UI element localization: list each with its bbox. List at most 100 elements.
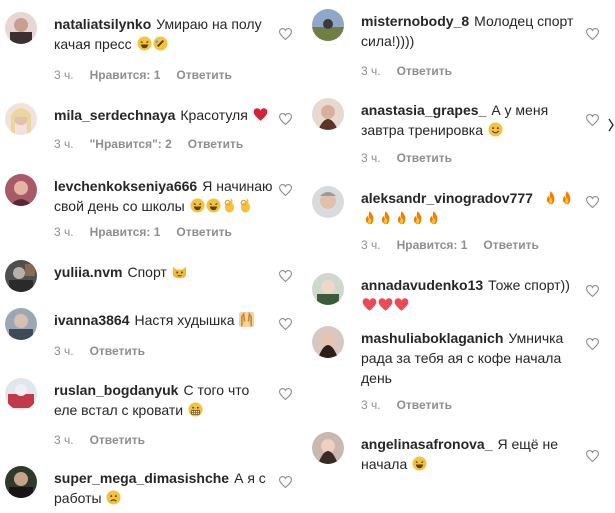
like-heart-icon[interactable] (586, 450, 599, 462)
grimace-emoji-icon (188, 402, 203, 417)
comment-time: 3 ч. (54, 433, 74, 447)
comment-meta: 3 ч. Нравится: 1 Ответить (54, 225, 248, 239)
avatar[interactable] (5, 378, 37, 410)
comment-time: 3 ч. (54, 68, 74, 82)
avatar[interactable] (5, 103, 37, 135)
comment-meta: 3 ч. Ответить (361, 64, 468, 78)
fire-emoji-icon (413, 210, 422, 225)
avatar[interactable] (5, 466, 37, 498)
fire-emoji-icon (381, 210, 390, 225)
reply-button[interactable]: Ответить (188, 137, 243, 151)
comment-body: levchenkokseniya666 Я начинаю свой день с… (54, 176, 276, 216)
reply-button[interactable]: Ответить (90, 344, 145, 358)
comment-username[interactable]: nataliatsilynko (54, 16, 151, 32)
avatar[interactable] (312, 186, 344, 218)
comment-username[interactable]: angelinasafronova_ (361, 436, 493, 452)
comment-body: anastasia_grapes_ А у меня завтра трениро… (361, 100, 583, 140)
laughing-emoji-icon (190, 198, 205, 213)
comment-body: angelinasafronova_ Я ещё не начала (361, 434, 583, 474)
comment-likes-count[interactable]: Нравится: 1 (397, 238, 468, 252)
heart-emoji-icon (378, 298, 393, 311)
fire-emoji-icon (397, 210, 406, 225)
comment-body: ruslan_bogdanyuk С того что еле встал с к… (54, 380, 276, 420)
comment-username[interactable]: misternobody_8 (361, 13, 469, 29)
laughing-emoji-icon (412, 456, 427, 471)
laughing-emoji-icon (206, 198, 221, 213)
avatar[interactable] (5, 174, 37, 206)
avatar[interactable] (312, 326, 344, 358)
comment-text: Спорт (127, 264, 167, 280)
avatar[interactable] (5, 308, 37, 340)
avatar[interactable] (312, 98, 344, 130)
heart-emoji-icon (253, 108, 268, 121)
comment-meta: 3 ч. Нравится: 1 Ответить (54, 68, 248, 82)
avatar[interactable] (5, 260, 37, 292)
like-heart-icon[interactable] (586, 285, 599, 297)
comment-username[interactable]: levchenkokseniya666 (54, 178, 197, 194)
comment-text: Настя худышка (134, 312, 235, 328)
avatar[interactable] (5, 12, 37, 44)
comment-time: 3 ч. (54, 137, 74, 151)
avatar[interactable] (312, 273, 344, 305)
comment-username[interactable]: mila_serdechnaya (54, 107, 175, 123)
comment-meta: 3 ч. Ответить (54, 344, 161, 358)
comment-meta: 3 ч. Ответить (54, 433, 161, 447)
like-heart-icon[interactable] (586, 338, 599, 350)
comment-time: 3 ч. (361, 151, 381, 165)
comment-text: Красотуля (180, 107, 248, 123)
comment-likes-count[interactable]: Нравится: 1 (90, 225, 161, 239)
like-heart-icon[interactable] (279, 270, 292, 282)
rolling-laugh-emoji-icon (152, 36, 168, 51)
comment-likes-count[interactable]: "Нравится": 2 (90, 137, 172, 151)
like-heart-icon[interactable] (586, 196, 599, 208)
like-heart-icon[interactable] (279, 28, 292, 40)
comment-username[interactable]: ruslan_bogdanyuk (54, 382, 178, 398)
cat-emoji-icon (172, 266, 186, 279)
fire-emoji-icon (546, 190, 555, 205)
comment-meta: 3 ч. Ответить (361, 398, 468, 412)
comment-meta: 3 ч. Нравится: 1 Ответить (361, 238, 555, 252)
comment-username[interactable]: yuliia.nvm (54, 264, 122, 280)
like-heart-icon[interactable] (586, 28, 599, 40)
reply-button[interactable]: Ответить (176, 68, 231, 82)
like-heart-icon[interactable] (279, 388, 292, 400)
comment-username[interactable]: annadavudenko13 (361, 277, 483, 293)
comment-username[interactable]: ivanna3864 (54, 312, 130, 328)
comments-column-left: nataliatsilynko Умираю на полу качая прес… (0, 0, 300, 513)
comment-likes-count[interactable]: Нравится: 1 (90, 68, 161, 82)
comment-meta: 3 ч. "Нравится": 2 Ответить (54, 137, 259, 151)
ok-hand-emoji-icon (240, 198, 250, 213)
comment-time: 3 ч. (361, 64, 381, 78)
reply-button[interactable]: Ответить (397, 151, 452, 165)
like-heart-icon[interactable] (279, 476, 292, 488)
reply-button[interactable]: Ответить (176, 225, 231, 239)
reply-button[interactable]: Ответить (483, 238, 538, 252)
fire-emoji-icon (429, 210, 438, 225)
like-heart-icon[interactable] (586, 114, 599, 126)
comment-username[interactable]: aleksandr_vinogradov777 (361, 190, 533, 206)
reply-button[interactable]: Ответить (397, 398, 452, 412)
heart-emoji-icon (394, 298, 409, 311)
heart-emoji-icon (362, 298, 377, 311)
like-heart-icon[interactable] (279, 113, 292, 125)
smile-emoji-icon (488, 122, 503, 137)
comment-body: nataliatsilynko Умираю на полу качая прес… (54, 14, 276, 54)
laughing-emoji-icon (136, 36, 152, 51)
comment-username[interactable]: mashuliaboklaganich (361, 330, 503, 346)
fire-emoji-icon (562, 190, 571, 205)
comment-username[interactable]: super_mega_dimasishche (54, 470, 229, 486)
like-heart-icon[interactable] (279, 184, 292, 196)
avatar[interactable] (312, 432, 344, 464)
fire-emoji-icon (365, 210, 374, 225)
comment-body: aleksandr_vinogradov777 (361, 188, 583, 228)
like-heart-icon[interactable] (279, 318, 292, 330)
comment-body: misternobody_8 Молодец спорт сила!)))) (361, 11, 583, 51)
scroll-indicator-icon (608, 118, 614, 132)
avatar[interactable] (312, 9, 344, 41)
reply-button[interactable]: Ответить (397, 64, 452, 78)
comment-body: mila_serdechnaya Красотуля (54, 105, 276, 125)
comment-body: mashuliaboklaganich Умничка рада за тебя … (361, 328, 583, 388)
comment-time: 3 ч. (361, 238, 381, 252)
reply-button[interactable]: Ответить (90, 433, 145, 447)
comment-username[interactable]: anastasia_grapes_ (361, 102, 486, 118)
